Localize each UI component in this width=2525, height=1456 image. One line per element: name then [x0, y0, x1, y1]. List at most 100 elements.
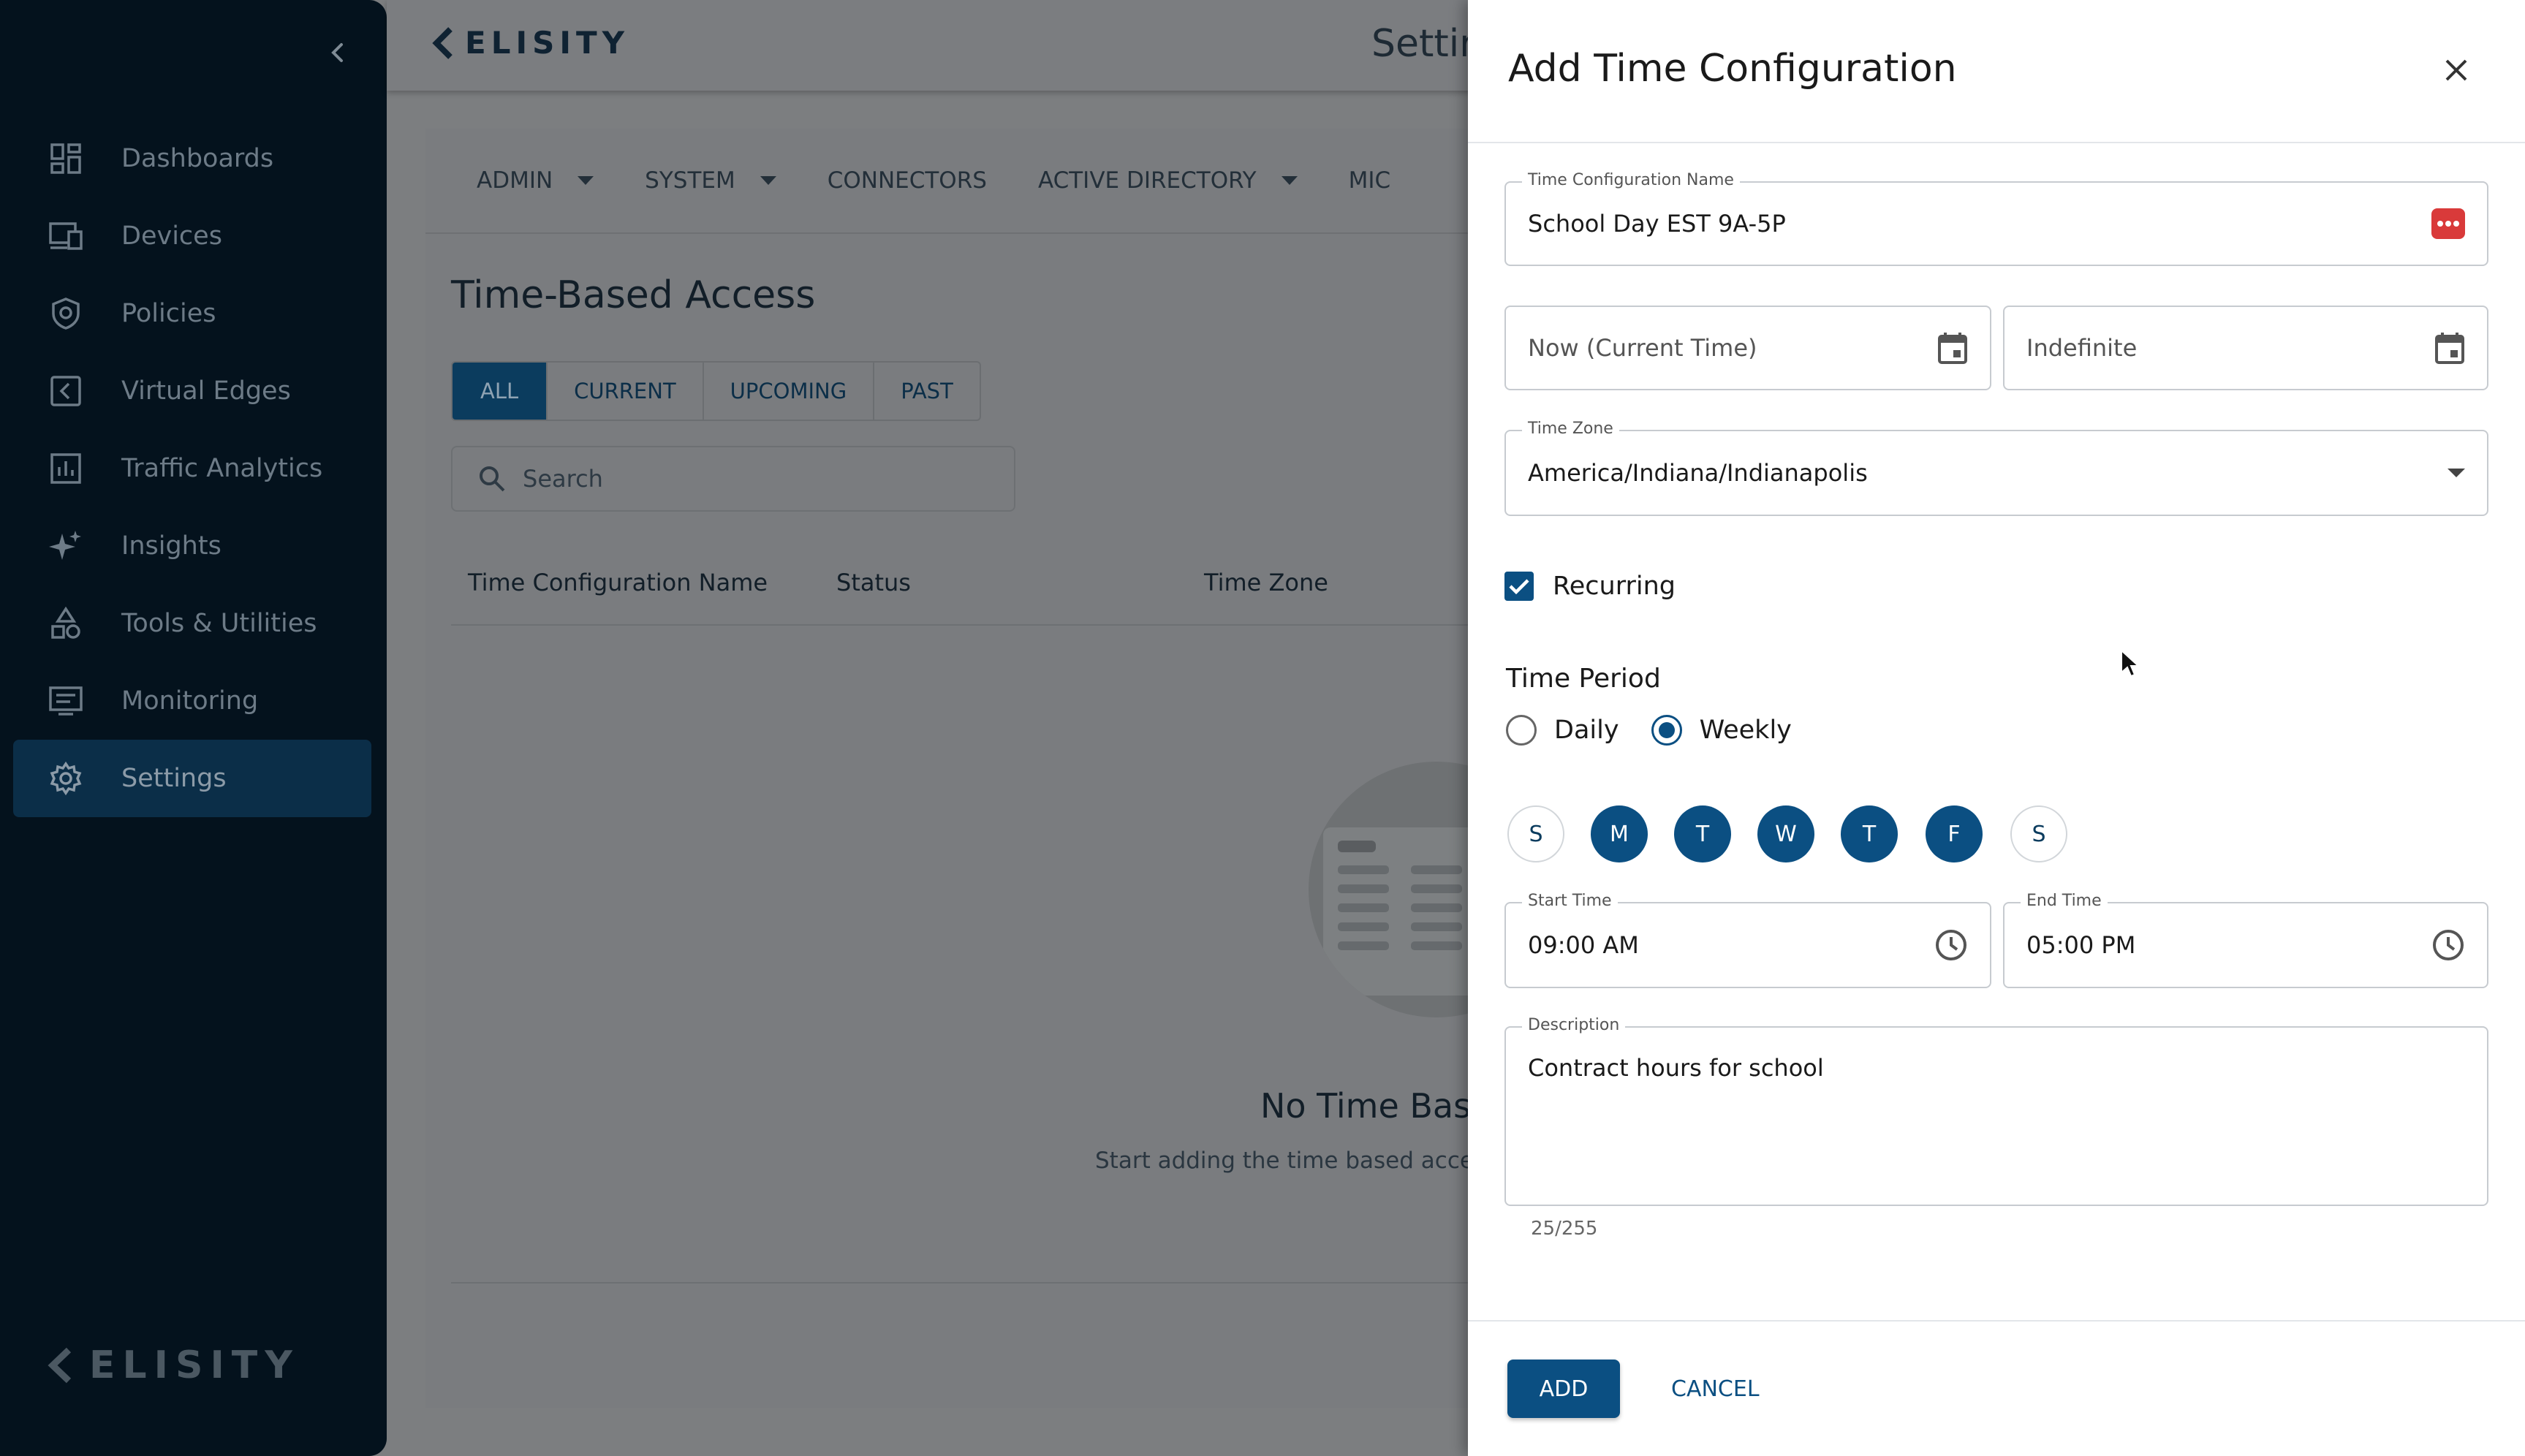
day-toggle-saturday[interactable]: S [2010, 805, 2067, 862]
sidebar-item-dashboards[interactable]: Dashboards [13, 120, 371, 197]
field-label: Time Configuration Name [1522, 171, 1740, 189]
search-icon [480, 466, 505, 492]
recurring-checkbox[interactable] [1504, 572, 1534, 601]
sidebar-item-label: Traffic Analytics [121, 454, 323, 483]
filter-group: ALL CURRENT UPCOMING PAST [451, 361, 981, 421]
field-label: End Time [2021, 892, 2108, 910]
header-logo-text: ELISITY [465, 25, 630, 61]
tab-system[interactable]: SYSTEM [645, 167, 776, 194]
recurring-label: Recurring [1553, 572, 1676, 601]
column-header-name[interactable]: Time Configuration Name [468, 569, 768, 596]
sidebar-item-policies[interactable]: Policies [13, 275, 371, 352]
day-toggle-friday[interactable]: F [1926, 805, 1983, 862]
field-placeholder: Indefinite [2026, 334, 2138, 362]
tab-label: ACTIVE DIRECTORY [1037, 167, 1257, 194]
time-zone-select[interactable]: Time Zone America/Indiana/Indianapolis [1504, 420, 2488, 516]
calendar-icon[interactable] [1937, 331, 1968, 365]
cancel-button[interactable]: CANCEL [1671, 1360, 1760, 1418]
devices-icon [47, 217, 85, 255]
daily-radio[interactable] [1506, 715, 1537, 746]
weekly-radio-option[interactable]: Weekly [1651, 715, 1792, 746]
clock-icon[interactable] [1934, 928, 1968, 962]
day-toggle-sunday[interactable]: S [1507, 805, 1564, 862]
tab-admin[interactable]: ADMIN [477, 167, 594, 194]
sidebar-item-settings[interactable]: Settings [13, 740, 371, 817]
password-manager-icon[interactable] [2431, 208, 2465, 239]
sidebar-item-label: Devices [121, 221, 222, 251]
close-button[interactable] [2437, 51, 2475, 89]
day-toggle-tuesday[interactable]: T [1674, 805, 1731, 862]
collapse-sidebar-button[interactable] [322, 37, 354, 69]
add-button[interactable]: ADD [1507, 1360, 1620, 1418]
end-date-field[interactable]: Indefinite [2003, 306, 2488, 390]
tab-label: CONNECTORS [827, 167, 987, 194]
tab-label: MIC [1348, 167, 1391, 194]
end-time-field[interactable]: End Time 05:00 PM [2003, 892, 2488, 988]
time-period-radio-group: Daily Weekly [1506, 715, 1824, 746]
time-configuration-name-field[interactable]: Time Configuration Name School Day EST 9… [1504, 171, 2488, 266]
table-header: Time Configuration Name Status Time Zone [451, 541, 1533, 626]
recurring-checkbox-row[interactable]: Recurring [1504, 572, 1676, 601]
sidebar-item-label: Settings [121, 764, 227, 793]
filter-upcoming-button[interactable]: UPCOMING [702, 363, 874, 420]
sidebar-item-monitoring[interactable]: Monitoring [13, 662, 371, 740]
tab-connectors[interactable]: CONNECTORS [828, 167, 987, 194]
sidebar-item-label: Virtual Edges [121, 376, 291, 406]
field-label: Start Time [1522, 892, 1618, 910]
filter-past-button[interactable]: PAST [873, 363, 980, 420]
sidebar-item-tools-utilities[interactable]: Tools & Utilities [13, 585, 371, 662]
day-toggle-monday[interactable]: M [1591, 805, 1648, 862]
elisity-logo-icon [48, 1347, 72, 1384]
tab-mic[interactable]: MIC [1349, 167, 1391, 194]
sidebar-item-label: Dashboards [121, 144, 274, 173]
clock-icon[interactable] [2431, 928, 2465, 962]
sidebar-item-virtual-edges[interactable]: Virtual Edges [13, 352, 371, 430]
virtual-edge-icon [47, 372, 85, 410]
caret-down-icon [578, 176, 594, 185]
search-input[interactable]: Search [451, 446, 1015, 512]
close-icon [2445, 59, 2467, 81]
day-toggle-wednesday[interactable]: W [1757, 805, 1814, 862]
sidebar-item-label: Monitoring [121, 686, 259, 716]
sidebar-item-traffic-analytics[interactable]: Traffic Analytics [13, 430, 371, 507]
shield-icon [47, 295, 85, 333]
empty-state-subtitle: Start adding the time based access [1095, 1148, 1498, 1174]
caret-down-icon [760, 176, 776, 185]
tab-label: SYSTEM [645, 167, 735, 194]
daily-radio-option[interactable]: Daily [1506, 715, 1619, 746]
drawer-header: Add Time Configuration [1468, 0, 2525, 143]
sidebar-item-insights[interactable]: Insights [13, 507, 371, 585]
tab-label: ADMIN [477, 167, 553, 194]
radio-label: Daily [1554, 716, 1619, 745]
day-toggle-thursday[interactable]: T [1841, 805, 1898, 862]
start-date-field[interactable]: Now (Current Time) [1504, 306, 1991, 390]
tools-icon [47, 604, 85, 642]
column-header-time-zone[interactable]: Time Zone [1204, 569, 1328, 596]
calendar-icon[interactable] [2434, 331, 2465, 365]
sidebar: Dashboards Devices Policies Virtual Edge… [0, 0, 387, 1456]
caret-down-icon [1281, 176, 1298, 185]
description-value: Contract hours for school [1528, 1054, 1824, 1082]
settings-tabs: ADMIN SYSTEM CONNECTORS ACTIVE DIRECTORY… [425, 129, 1522, 234]
sparkle-icon [47, 527, 85, 565]
table-footer-divider [451, 1282, 1533, 1284]
weekly-radio[interactable] [1651, 715, 1682, 746]
sidebar-nav: Dashboards Devices Policies Virtual Edge… [13, 120, 371, 817]
monitor-icon [47, 682, 85, 720]
dashboard-icon [47, 140, 85, 178]
header-logo[interactable]: ELISITY [431, 25, 629, 61]
sidebar-item-label: Policies [121, 299, 216, 328]
column-header-status[interactable]: Status [836, 569, 911, 596]
sidebar-item-label: Tools & Utilities [121, 609, 317, 638]
field-value: America/Indiana/Indianapolis [1528, 459, 1868, 487]
description-textarea[interactable]: Description Contract hours for school [1504, 1016, 2488, 1206]
filter-current-button[interactable]: CURRENT [546, 363, 703, 420]
start-time-field[interactable]: Start Time 09:00 AM [1504, 892, 1991, 988]
sidebar-item-devices[interactable]: Devices [13, 197, 371, 275]
tab-active-directory[interactable]: ACTIVE DIRECTORY [1038, 167, 1298, 194]
mouse-cursor-icon [2120, 649, 2140, 678]
chevron-left-icon [331, 43, 343, 62]
search-placeholder: Search [523, 465, 603, 493]
filter-all-button[interactable]: ALL [453, 363, 547, 420]
field-value: School Day EST 9A-5P [1528, 210, 1786, 238]
